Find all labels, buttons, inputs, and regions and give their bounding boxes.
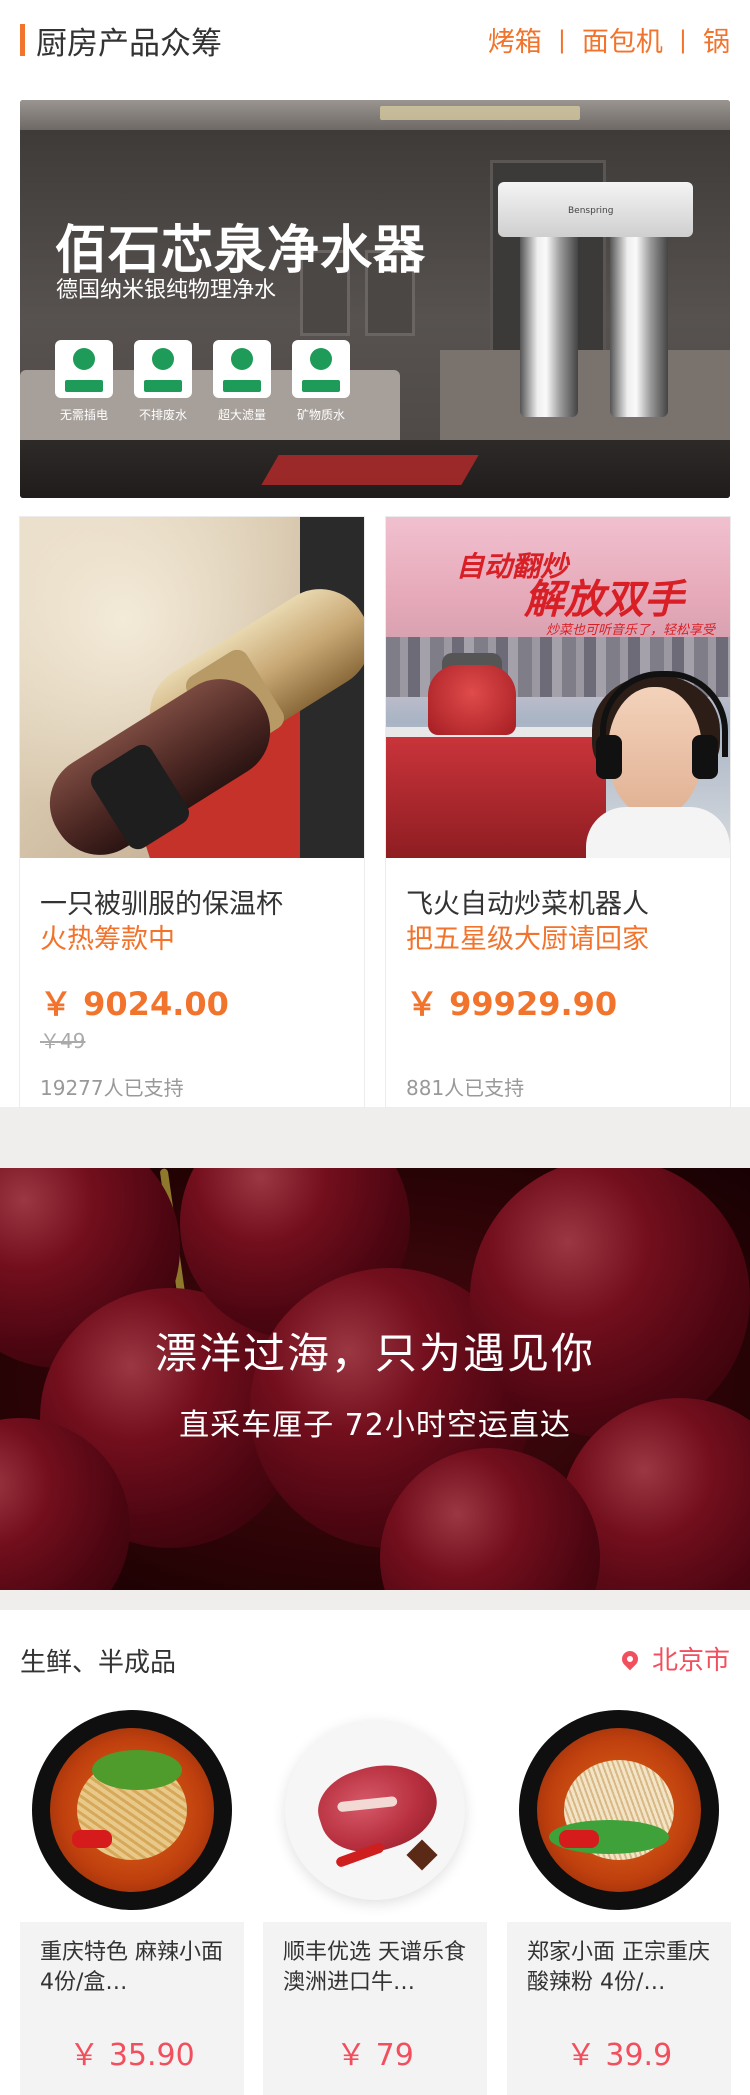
page: 厨房产品众筹 烤箱 | 面包机 | 锅 佰石芯泉净水器 德国纳米银纯物理净水 无… — [0, 0, 750, 2095]
category-links: 烤箱 | 面包机 | 锅 — [488, 20, 730, 59]
product-name: 一只被驯服的保温杯 — [40, 889, 283, 920]
product-price: ￥ 9024.00 — [40, 985, 229, 1023]
banner-ceiling — [20, 100, 730, 130]
purifier-canister — [610, 237, 668, 417]
banner-subtitle: 德国纳米银纯物理净水 — [56, 278, 277, 303]
water-purifier-image: Benspring — [498, 182, 693, 422]
product-name: 郑家小面 正宗重庆酸辣粉 4份/… — [527, 1940, 710, 1995]
feature-label: 不排废水 — [138, 408, 187, 422]
location-label: 北京市 — [651, 1646, 730, 1676]
product-image: 自动翻炒 解放双手 炒菜也可听音乐了，轻松享受 — [386, 517, 730, 858]
feature-mineral-water: 矿物质水 — [291, 340, 351, 423]
location-selector[interactable]: 北京市 — [618, 1640, 730, 1677]
image-headline: 解放双手 — [524, 577, 684, 623]
feature-large-capacity: 超大滤量 — [212, 340, 272, 423]
feature-label: 无需插电 — [59, 408, 108, 422]
fresh-food-section: 生鲜、半成品 北京市 重庆特色 麻辣小面4份/盒… ￥ 35.90 顺丰优选 天… — [0, 1610, 750, 2095]
section-title: 厨房产品众筹 — [36, 26, 222, 62]
product-slogan: 把五星级大厨请回家 — [406, 924, 649, 955]
feature-no-waste-water: 不排废水 — [133, 340, 193, 423]
product-price: ￥ 99929.90 — [406, 985, 618, 1023]
location-pin-icon — [618, 1647, 642, 1670]
banner-rug — [261, 455, 479, 485]
mineral-drop-icon — [292, 340, 350, 398]
link-oven[interactable]: 烤箱 — [488, 20, 542, 59]
water-purifier-banner[interactable]: 佰石芯泉净水器 德国纳米银纯物理净水 无需插电 不排废水 超大滤量 矿物质水 B… — [20, 100, 730, 498]
plug-icon — [55, 340, 113, 398]
product-card-cooking-robot[interactable]: 自动翻炒 解放双手 炒菜也可听音乐了，轻松享受 飞火自动炒菜机器人 把五星级大厨… — [386, 517, 730, 1107]
fresh-item-chongqing-noodles[interactable]: 重庆特色 麻辣小面4份/盒… ￥ 35.90 — [20, 1698, 244, 2095]
product-image — [507, 1698, 731, 1922]
purifier-brand: Benspring — [568, 206, 614, 216]
product-card-thermos[interactable]: 一只被驯服的保温杯 火热筹款中 ￥ 9024.00 ￥49 19277人已支持 — [20, 517, 364, 1107]
product-name: 飞火自动炒菜机器人 — [406, 889, 649, 920]
feature-no-plug: 无需插电 — [54, 340, 114, 423]
section-accent-bar — [20, 24, 25, 56]
banner-ceiling-light — [380, 106, 580, 120]
feature-label: 矿物质水 — [296, 408, 345, 422]
banner-title: 漂洋过海，只为遇见你 — [154, 1329, 595, 1378]
link-pot[interactable]: 锅 — [703, 20, 730, 59]
water-drain-icon — [134, 340, 192, 398]
banner-subtitle: 直采车厘子 72小时空运直达 — [179, 1408, 571, 1443]
kitchen-header: 厨房产品众筹 烤箱 | 面包机 | 锅 — [0, 0, 750, 76]
link-bread-maker[interactable]: 面包机 — [582, 20, 663, 59]
product-price: ￥ 79 — [336, 2038, 414, 2073]
feature-label: 超大滤量 — [217, 408, 266, 422]
product-price: ￥ 35.90 — [69, 2038, 195, 2073]
product-name: 重庆特色 麻辣小面4份/盒… — [40, 1940, 223, 1995]
product-image — [263, 1698, 487, 1922]
feature-icons: 无需插电 不排废水 超大滤量 矿物质水 — [54, 340, 351, 423]
link-separator: | — [678, 25, 687, 54]
product-name: 顺丰优选 天谱乐食 澳洲进口牛… — [283, 1940, 466, 1995]
kitchen-section: 厨房产品众筹 烤箱 | 面包机 | 锅 佰石芯泉净水器 德国纳米银纯物理净水 无… — [0, 0, 750, 1107]
product-original-price: ￥49 — [40, 1029, 86, 1053]
link-separator: | — [557, 25, 566, 54]
image-caption: 炒菜也可听音乐了，轻松享受 — [546, 623, 716, 638]
water-drop-icon — [213, 340, 271, 398]
fresh-item-australian-beef[interactable]: 顺丰优选 天谱乐食 澳洲进口牛… ￥ 79 — [263, 1698, 487, 2095]
product-image — [20, 517, 364, 858]
product-price: ￥ 39.9 — [565, 2038, 673, 2073]
product-image — [20, 1698, 244, 1922]
product-supporters: 19277人已支持 — [40, 1076, 184, 1100]
section-title: 生鲜、半成品 — [20, 1648, 177, 1678]
product-slogan: 火热筹款中 — [40, 924, 175, 955]
cherry-promo-banner[interactable]: 漂洋过海，只为遇见你 直采车厘子 72小时空运直达 — [0, 1168, 750, 1590]
product-cards: 一只被驯服的保温杯 火热筹款中 ￥ 9024.00 ￥49 19277人已支持 — [20, 517, 730, 1107]
purifier-canister — [520, 237, 578, 417]
product-supporters: 881人已支持 — [406, 1076, 525, 1100]
fresh-item-hot-sour-noodles[interactable]: 郑家小面 正宗重庆酸辣粉 4份/… ￥ 39.9 — [507, 1698, 731, 2095]
